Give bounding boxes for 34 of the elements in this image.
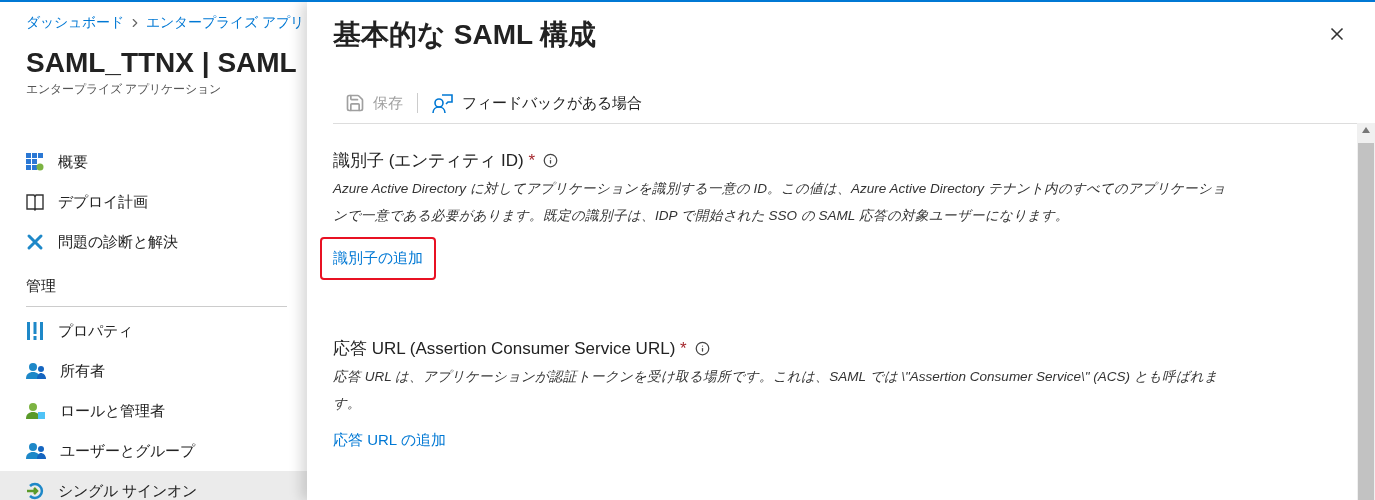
feedback-button[interactable]: フィードバックがある場合 (428, 92, 646, 115)
field-description: Azure Active Directory に対してアプリケーションを識別する一意の ID。この値は、Azure Active Directory テナント内のすべてのアプリケーションで一意である必要があります。既定の識別子は、IDP で開始された SSO の SAML 応答の対象ユーザーになります。 (333, 180, 1227, 225)
add-link[interactable]: 応答 URL の追加 (333, 425, 446, 456)
page-subtitle: エンタープライズ アプリケーション (26, 81, 223, 98)
field-description: 応答 URL は、アプリケーションが認証トークンを受け取る場所です。これは、SAML では \"Assertion Consumer Service\" (ACS) とも呼ばれます。 (333, 368, 1219, 413)
breadcrumb-link[interactable]: エンタープライズ アプリ (146, 12, 304, 33)
nav-item[interactable]: シングル サインオン (0, 471, 307, 500)
nav-item[interactable]: ユーザーとグループ (0, 431, 307, 471)
add-link[interactable]: 識別子の追加 (320, 237, 436, 280)
info-icon[interactable] (543, 152, 559, 168)
scrollbar[interactable] (1357, 122, 1375, 500)
nav-item[interactable]: 所有者 (0, 351, 307, 391)
nav-item[interactable]: ロールと管理者 (0, 391, 307, 431)
nav-item[interactable]: 問題の診断と解決 (0, 222, 307, 262)
grid-icon (26, 153, 44, 171)
users-icon (26, 442, 46, 460)
feedback-icon (432, 93, 454, 114)
scroll-up-icon[interactable] (1362, 126, 1370, 133)
panel-title: 基本的な SAML 構成 (333, 18, 597, 52)
field-label: 応答 URL (Assertion Consumer Service URL) * (333, 337, 687, 360)
sign-in-icon (26, 482, 44, 500)
save-icon (345, 93, 365, 114)
book-icon (26, 193, 44, 211)
page-title: SAML_TTNX | SAML (26, 46, 298, 80)
info-icon[interactable] (694, 340, 710, 356)
nav-item[interactable]: 概要 (0, 142, 307, 182)
users-icon (26, 362, 46, 380)
field-label: 識別子 (エンティティ ID) * (333, 149, 536, 172)
properties-icon (26, 322, 44, 340)
section-header: 管理 (26, 277, 56, 294)
user-role-icon (26, 402, 46, 420)
breadcrumb-link[interactable]: ダッシュボード (26, 12, 124, 33)
nav-item[interactable]: プロパティ (0, 311, 307, 351)
nav-item[interactable]: デプロイ計画 (0, 182, 307, 222)
